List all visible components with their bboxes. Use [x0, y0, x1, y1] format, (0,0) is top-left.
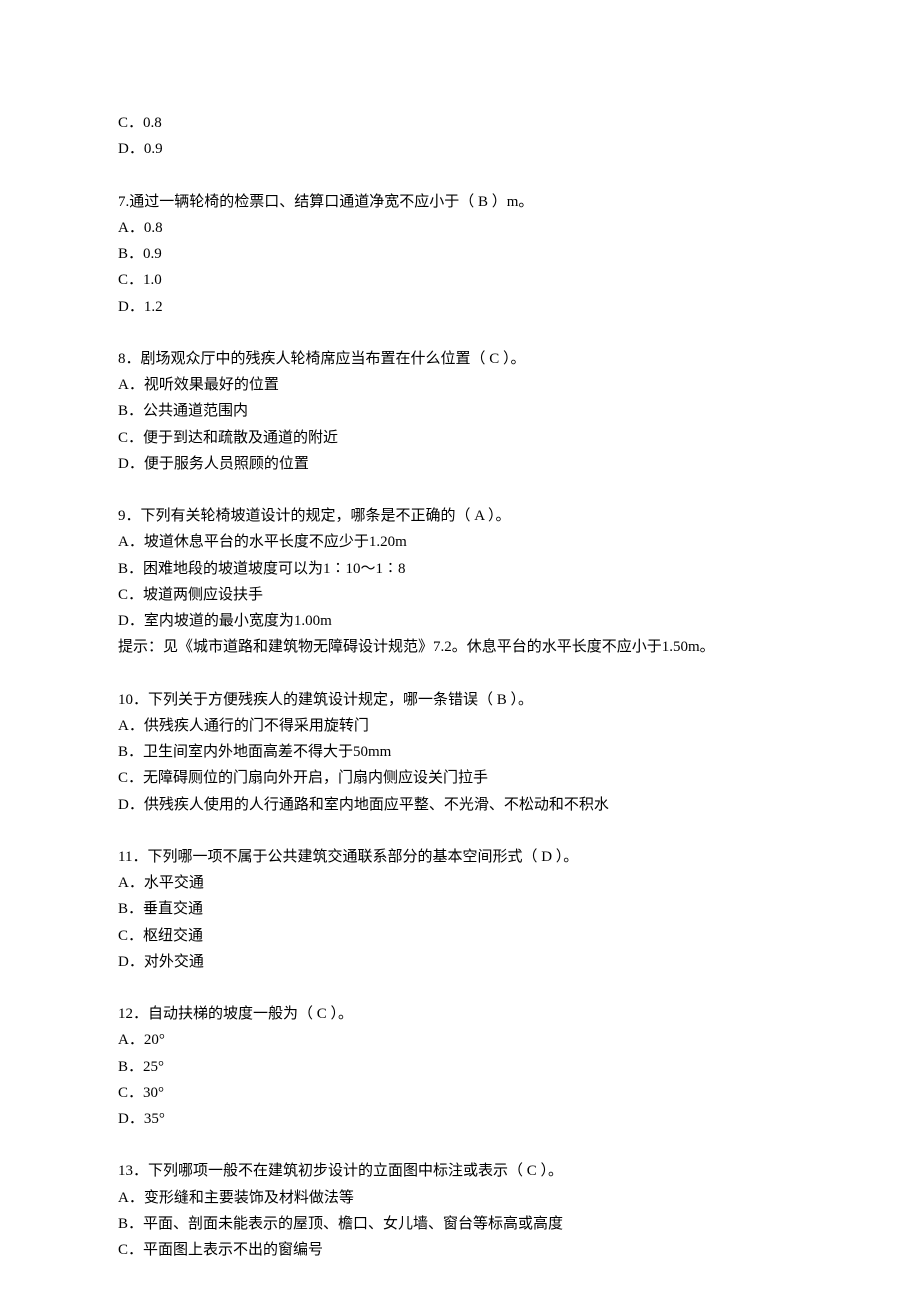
blank-line [118, 661, 802, 687]
text-line: D．0.9 [118, 136, 802, 162]
text-line: C．0.8 [118, 110, 802, 136]
text-line: 13．下列哪项一般不在建筑初步设计的立面图中标注或表示（ C ）。 [118, 1158, 802, 1184]
blank-line [118, 1132, 802, 1158]
text-line: C．便于到达和疏散及通道的附近 [118, 425, 802, 451]
text-line: D．35° [118, 1106, 802, 1132]
text-line: D．1.2 [118, 294, 802, 320]
text-line: A．0.8 [118, 215, 802, 241]
text-line: A．坡道休息平台的水平长度不应少于1.20m [118, 529, 802, 555]
text-line: B．0.9 [118, 241, 802, 267]
text-line: 11．下列哪一项不属于公共建筑交通联系部分的基本空间形式（ D ）。 [118, 844, 802, 870]
blank-line [118, 477, 802, 503]
text-line: D．便于服务人员照顾的位置 [118, 451, 802, 477]
text-line: C．无障碍厕位的门扇向外开启，门扇内侧应设关门拉手 [118, 765, 802, 791]
text-line: B．平面、剖面未能表示的屋顶、檐口、女儿墙、窗台等标高或高度 [118, 1211, 802, 1237]
text-line: C．坡道两侧应设扶手 [118, 582, 802, 608]
document-page: C．0.8D．0.9 7.通过一辆轮椅的检票口、结算口通道净宽不应小于（ B ）m… [0, 0, 920, 1263]
text-line: 10．下列关于方便残疾人的建筑设计规定，哪一条错误（ B ）。 [118, 687, 802, 713]
text-line: C．1.0 [118, 267, 802, 293]
text-line: A．变形缝和主要装饰及材料做法等 [118, 1185, 802, 1211]
text-line: 12．自动扶梯的坡度一般为（ C ）。 [118, 1001, 802, 1027]
blank-line [118, 975, 802, 1001]
text-line: A．供残疾人通行的门不得采用旋转门 [118, 713, 802, 739]
blank-line [118, 163, 802, 189]
text-line: D．供残疾人使用的人行通路和室内地面应平整、不光滑、不松动和不积水 [118, 792, 802, 818]
text-line: B．垂直交通 [118, 896, 802, 922]
blank-line [118, 320, 802, 346]
text-line: C．平面图上表示不出的窗编号 [118, 1237, 802, 1263]
text-line: A．20° [118, 1027, 802, 1053]
text-line: 8．剧场观众厅中的残疾人轮椅席应当布置在什么位置（ C ）。 [118, 346, 802, 372]
text-line: 7.通过一辆轮椅的检票口、结算口通道净宽不应小于（ B ）m。 [118, 189, 802, 215]
text-line: C．30° [118, 1080, 802, 1106]
blank-line [118, 818, 802, 844]
text-line: 提示：见《城市道路和建筑物无障碍设计规范》7.2。休息平台的水平长度不应小于1.… [118, 634, 802, 660]
text-line: D．对外交通 [118, 949, 802, 975]
text-line: A．视听效果最好的位置 [118, 372, 802, 398]
text-line: D．室内坡道的最小宽度为1.00m [118, 608, 802, 634]
text-line: C．枢纽交通 [118, 923, 802, 949]
text-line: A．水平交通 [118, 870, 802, 896]
text-line: B．卫生间室内外地面高差不得大于50mm [118, 739, 802, 765]
text-line: B．困难地段的坡道坡度可以为1∶10～1∶8 [118, 556, 802, 582]
text-line: B．公共通道范围内 [118, 398, 802, 424]
text-line: B．25° [118, 1054, 802, 1080]
text-line: 9．下列有关轮椅坡道设计的规定，哪条是不正确的（ A ）。 [118, 503, 802, 529]
